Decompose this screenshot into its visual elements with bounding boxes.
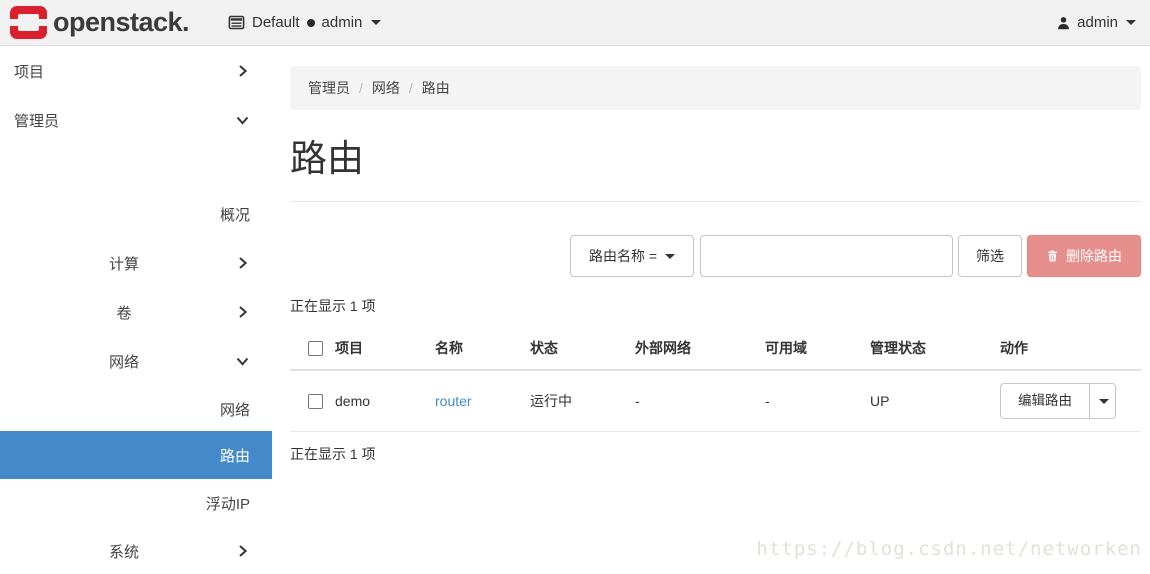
column-header-admin-state[interactable]: 管理状态 xyxy=(870,327,1000,370)
cell-status: 运行中 xyxy=(530,370,635,432)
sidebar-item-admin[interactable]: 管理员 xyxy=(0,96,272,144)
caret-down-icon xyxy=(1126,20,1136,25)
sidebar-item-label: 网络 xyxy=(0,351,248,372)
items-count-top: 正在显示 1 项 xyxy=(290,296,376,316)
brand[interactable]: openstack. xyxy=(10,0,189,45)
filter-input[interactable] xyxy=(700,235,953,277)
caret-down-icon xyxy=(665,254,675,259)
table-header-row: 项目 名称 状态 外部网络 可用域 管理状态 动作 xyxy=(290,327,1141,370)
sidebar-item-system[interactable]: 系统 xyxy=(0,527,272,574)
chevron-right-icon xyxy=(235,256,250,271)
chevron-down-icon xyxy=(235,354,250,369)
page-title: 路由 xyxy=(290,128,364,182)
cell-admin-state: UP xyxy=(870,370,1000,432)
sidebar-item-floating-ips[interactable]: 浮动IP xyxy=(0,479,272,527)
brand-wordmark: openstack. xyxy=(53,7,189,38)
delete-button-label: 删除路由 xyxy=(1066,246,1122,266)
breadcrumb: 管理员 / 网络 / 路由 xyxy=(290,66,1141,110)
user-icon xyxy=(1056,15,1071,31)
sidebar-item-routers[interactable]: 路由 xyxy=(0,431,272,479)
row-actions: 编辑路由 xyxy=(1000,383,1116,419)
filter-field-select[interactable]: 路由名称 = xyxy=(570,235,694,277)
cell-project: demo xyxy=(335,370,435,432)
sidebar-item-label: 项目 xyxy=(0,61,44,82)
sidebar-item-label: 卷 xyxy=(0,302,248,323)
sidebar-item-label: 网络 xyxy=(0,399,250,420)
column-header-name[interactable]: 名称 xyxy=(435,327,530,370)
context-separator-dot xyxy=(307,19,315,27)
column-header-status[interactable]: 状态 xyxy=(530,327,635,370)
chevron-right-icon xyxy=(235,544,250,559)
filter-button[interactable]: 筛选 xyxy=(958,235,1022,277)
user-menu[interactable]: admin xyxy=(1056,0,1136,45)
select-all-checkbox[interactable] xyxy=(308,341,323,356)
sidebar-item-network-group[interactable]: 网络 xyxy=(0,337,272,385)
user-name: admin xyxy=(1077,14,1118,31)
routers-table: 项目 名称 状态 外部网络 可用域 管理状态 动作 demo router 运行… xyxy=(290,327,1141,432)
top-navbar: openstack. Default admin admin xyxy=(0,0,1150,46)
breadcrumb-routers: 路由 xyxy=(422,78,450,98)
breadcrumb-network[interactable]: 网络 xyxy=(372,78,400,98)
sidebar-item-label: 系统 xyxy=(0,541,248,562)
breadcrumb-admin[interactable]: 管理员 xyxy=(308,78,350,98)
delete-routers-button[interactable]: 删除路由 xyxy=(1027,235,1141,277)
table-row: demo router 运行中 - - UP 编辑路由 xyxy=(290,370,1141,432)
breadcrumb-separator: / xyxy=(409,80,413,96)
openstack-dashboard: openstack. Default admin admin xyxy=(0,0,1150,574)
context-switcher[interactable]: Default admin xyxy=(228,0,381,45)
items-count-bottom: 正在显示 1 项 xyxy=(290,444,376,464)
sidebar-item-label: 管理员 xyxy=(0,110,59,131)
sidebar-item-label: 概况 xyxy=(0,204,250,225)
column-header-project[interactable]: 项目 xyxy=(335,327,435,370)
filter-field-label: 路由名称 = xyxy=(589,246,657,266)
sidebar-item-volumes[interactable]: 卷 xyxy=(0,288,272,336)
watermark-url: https://blog.csdn.net/networken xyxy=(756,538,1142,560)
column-header-external-network[interactable]: 外部网络 xyxy=(635,327,765,370)
sidebar-item-label: 计算 xyxy=(0,253,248,274)
sidebar-nav: 项目 管理员 概况 计算 卷 网络 xyxy=(0,46,272,574)
cell-external-network: - xyxy=(635,370,765,432)
context-project: admin xyxy=(322,14,363,31)
row-checkbox[interactable] xyxy=(308,394,323,409)
row-actions-dropdown-toggle[interactable] xyxy=(1089,383,1116,419)
cell-availability-zone: - xyxy=(765,370,870,432)
list-alt-icon xyxy=(228,14,245,31)
sidebar-item-overview[interactable]: 概况 xyxy=(0,190,272,238)
chevron-right-icon xyxy=(235,305,250,320)
breadcrumb-separator: / xyxy=(359,80,363,96)
caret-down-icon xyxy=(1099,399,1109,404)
sidebar-item-label: 浮动IP xyxy=(0,493,250,514)
sidebar-item-project[interactable]: 项目 xyxy=(0,47,272,95)
openstack-logo-icon xyxy=(10,6,47,39)
sidebar-item-label: 路由 xyxy=(0,445,250,466)
caret-down-icon xyxy=(371,20,381,25)
chevron-down-icon xyxy=(235,113,250,128)
trash-icon xyxy=(1046,249,1059,263)
edit-router-button[interactable]: 编辑路由 xyxy=(1000,383,1090,419)
column-header-availability-zone[interactable]: 可用域 xyxy=(765,327,870,370)
sidebar-item-compute[interactable]: 计算 xyxy=(0,239,272,287)
divider xyxy=(290,201,1141,202)
context-domain: Default xyxy=(252,14,300,31)
column-header-actions: 动作 xyxy=(1000,327,1141,370)
sidebar-item-networks[interactable]: 网络 xyxy=(0,385,272,433)
chevron-right-icon xyxy=(235,64,250,79)
router-name-link[interactable]: router xyxy=(435,393,472,409)
